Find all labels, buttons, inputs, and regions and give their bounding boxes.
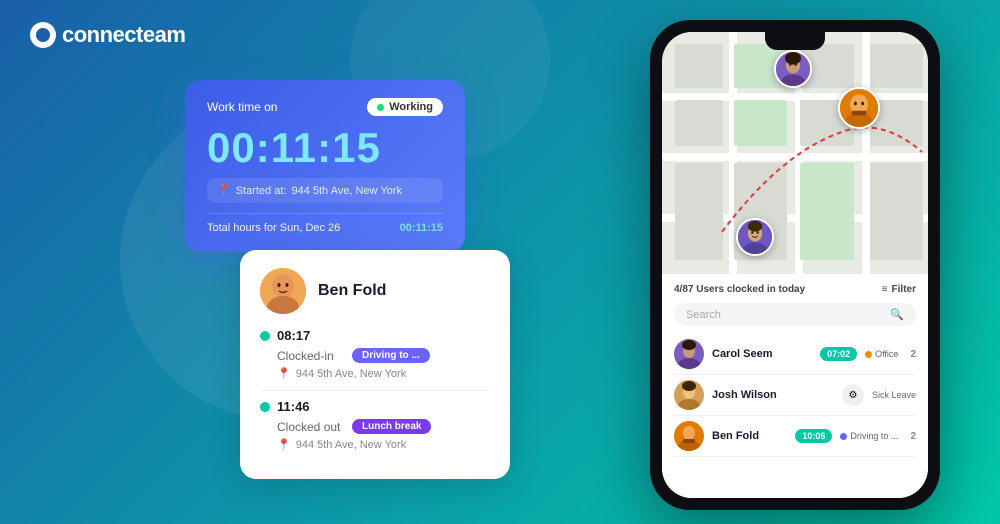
location-1: 📍 944 5th Ave, New York [277, 367, 490, 380]
search-placeholder: Search [686, 309, 884, 321]
phone-mockup: 4/87 Users clocked in today ≡ Filter Sea… [650, 20, 940, 510]
ben-status-dot [840, 433, 847, 440]
ben-status-label: Driving to ... [850, 431, 898, 441]
list-header: 4/87 Users clocked in today ≡ Filter [674, 284, 916, 295]
filter-icon: ≡ [882, 284, 888, 295]
clocked-in-label: Clocked-in [277, 349, 342, 363]
logo: connecteam [30, 22, 185, 48]
driving-tag: Driving to ... [352, 348, 430, 363]
timeline-divider [260, 390, 490, 391]
working-dot [377, 104, 384, 111]
ben-avatar-list [674, 421, 704, 451]
carol-status: Office [865, 349, 898, 359]
map-area [662, 32, 928, 274]
ben-avatar [260, 268, 306, 314]
josh-avatar [674, 380, 704, 410]
phone-shell: 4/87 Users clocked in today ≡ Filter Sea… [650, 20, 940, 510]
timeline-item-2: 11:46 Clocked out Lunch break 📍 944 5th … [260, 399, 490, 451]
user-row-carol[interactable]: Carol Seem 07:02 Office 2 [674, 334, 916, 375]
filter-button[interactable]: ≡ Filter [882, 284, 916, 295]
josh-name: Josh Wilson [712, 389, 834, 401]
total-label: Total hours for Sun, Dec 26 [207, 222, 340, 234]
users-count: 4/87 Users clocked in today [674, 284, 805, 295]
timeline-row-1: Clocked-in Driving to ... [277, 348, 490, 363]
josh-status-label: Sick Leave [872, 390, 916, 400]
ben-name: Ben Fold [318, 282, 386, 300]
work-location: 📍 Started at: 944 5th Ave, New York [207, 178, 443, 203]
ben-header: Ben Fold [260, 268, 490, 314]
started-location: 944 5th Ave, New York [291, 185, 402, 197]
work-time-value: 00:11:15 [207, 124, 443, 172]
ben-fold-card: Ben Fold 08:17 Clocked-in Driving to ...… [240, 250, 510, 479]
lunch-tag: Lunch break [352, 419, 431, 434]
work-time-card: Work time on Working 00:11:15 📍 Started … [185, 80, 465, 252]
clocked-out-label: Clocked out [277, 420, 342, 434]
carol-time: 07:02 [820, 347, 857, 361]
carol-count: 2 [910, 349, 916, 360]
ben-name-list: Ben Fold [712, 430, 787, 442]
timeline-row-2: Clocked out Lunch break [277, 419, 490, 434]
search-icon: 🔍 [890, 308, 904, 321]
working-badge: Working [367, 98, 443, 116]
timeline-time-2: 11:46 [260, 399, 490, 414]
work-time-label: Work time on [207, 100, 277, 114]
timeline-dot-1 [260, 331, 270, 341]
user-row-ben[interactable]: Ben Fold 10:06 Driving to ... 2 [674, 416, 916, 457]
ben-status: Driving to ... [840, 431, 898, 441]
carol-name: Carol Seem [712, 348, 812, 360]
working-status: Working [389, 101, 433, 113]
timeline-time-1: 08:17 [260, 328, 490, 343]
work-total: Total hours for Sun, Dec 26 00:11:15 [207, 213, 443, 234]
total-value: 00:11:15 [400, 222, 443, 234]
filter-label: Filter [892, 284, 916, 295]
location-2: 📍 944 5th Ave, New York [277, 438, 490, 451]
user-list-area: 4/87 Users clocked in today ≡ Filter Sea… [662, 274, 928, 498]
search-bar[interactable]: Search 🔍 [674, 303, 916, 326]
ben-count: 2 [910, 431, 916, 442]
carol-status-label: Office [875, 349, 898, 359]
loc-pin-icon-1: 📍 [277, 367, 291, 380]
map-avatar-2 [838, 87, 880, 129]
ben-time: 10:06 [795, 429, 832, 443]
map-avatar-1 [774, 50, 812, 88]
timeline-item-1: 08:17 Clocked-in Driving to ... 📍 944 5t… [260, 328, 490, 380]
carol-status-dot [865, 351, 872, 358]
phone-screen: 4/87 Users clocked in today ≡ Filter Sea… [662, 32, 928, 498]
pin-icon: 📍 [217, 184, 231, 197]
timeline-dot-2 [260, 402, 270, 412]
phone-notch [765, 32, 825, 50]
loc-pin-icon-2: 📍 [277, 438, 291, 451]
user-row-josh[interactable]: Josh Wilson ⚙ Sick Leave [674, 375, 916, 416]
carol-avatar [674, 339, 704, 369]
work-time-header: Work time on Working [207, 98, 443, 116]
started-label: Started at: [236, 185, 287, 197]
sick-leave-icon: ⚙ [842, 384, 864, 406]
josh-status: Sick Leave [872, 390, 916, 400]
